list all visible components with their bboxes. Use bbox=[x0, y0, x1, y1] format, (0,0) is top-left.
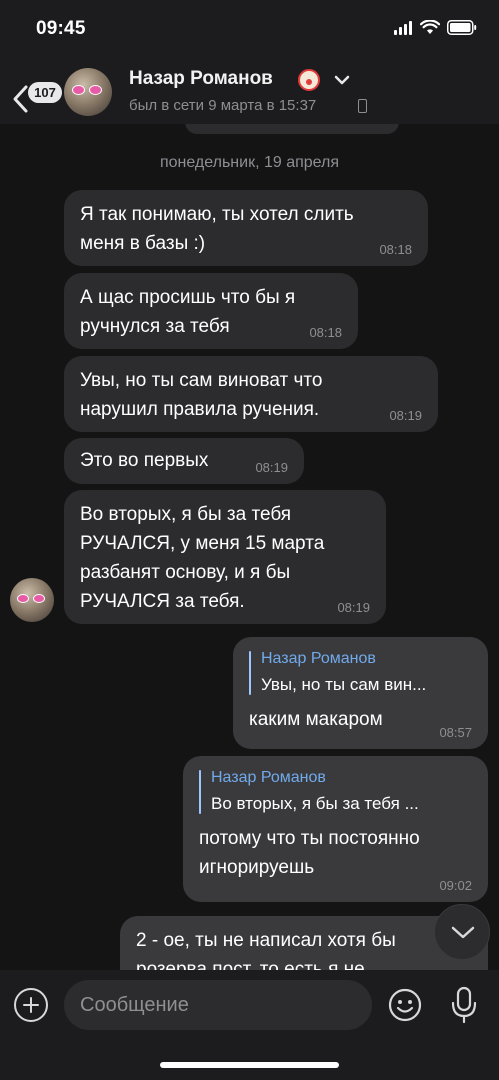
reply-text: Во вторых, я бы за тебя ... bbox=[211, 794, 419, 813]
message-bubble-outgoing[interactable]: 2 - ое, ты не написал хотя бы розерва по… bbox=[120, 916, 488, 970]
back-button[interactable]: 107 bbox=[10, 74, 62, 116]
composer-bar bbox=[0, 970, 499, 1080]
message-text: 2 - ое, ты не написал хотя бы розерва по… bbox=[136, 930, 396, 970]
chevron-down-icon[interactable] bbox=[334, 74, 350, 86]
cellular-signal-icon bbox=[394, 21, 412, 35]
reply-author: Назар Романов bbox=[261, 650, 376, 667]
message-bubble[interactable]: Увы, но ты сам виноват что нарушил прави… bbox=[64, 356, 438, 432]
message-time: 09:02 bbox=[439, 878, 472, 893]
back-chevron-icon bbox=[13, 85, 28, 113]
message-list[interactable]: понедельник, 19 апреля Я так понимаю, ты… bbox=[0, 124, 499, 970]
previous-message-bubble bbox=[185, 124, 399, 134]
message-text: потому что ты постоянно игнорируешь bbox=[199, 828, 420, 878]
message-input[interactable] bbox=[64, 980, 372, 1030]
message-text: Я так понимаю, ты хотел слить меня в баз… bbox=[80, 204, 354, 254]
message-bubble[interactable]: Это во первых 08:19 bbox=[64, 438, 304, 484]
scroll-down-icon bbox=[451, 926, 475, 939]
unread-count-badge: 107 bbox=[28, 82, 62, 103]
message-bubble-outgoing[interactable]: Назар Романов Во вторых, я бы за тебя ..… bbox=[183, 756, 488, 902]
message-text: А щас просишь что бы я ручнулся за тебя bbox=[80, 287, 296, 337]
clown-emoji-icon bbox=[298, 69, 320, 91]
reply-quote[interactable]: Назар Романов Во вторых, я бы за тебя ..… bbox=[199, 766, 472, 818]
status-bar: 09:45 bbox=[0, 0, 499, 60]
message-text: Увы, но ты сам виноват что нарушил прави… bbox=[80, 370, 323, 420]
emoji-icon[interactable] bbox=[388, 988, 422, 1022]
date-separator: понедельник, 19 апреля bbox=[159, 154, 340, 171]
reply-quote[interactable]: Назар Романов Увы, но ты сам вин... bbox=[249, 647, 472, 699]
message-time: 08:19 bbox=[389, 408, 422, 423]
reply-author: Назар Романов bbox=[211, 769, 326, 786]
message-bubble[interactable]: А щас просишь что бы я ручнулся за тебя … bbox=[64, 273, 358, 349]
microphone-icon[interactable] bbox=[450, 986, 478, 1024]
message-time: 08:18 bbox=[309, 325, 342, 340]
add-icon[interactable] bbox=[14, 988, 48, 1022]
message-bubble[interactable]: Во вторых, я бы за тебя РУЧАЛСЯ, у меня … bbox=[64, 490, 386, 624]
message-text: Во вторых, я бы за тебя РУЧАЛСЯ, у меня … bbox=[80, 504, 325, 612]
message-time: 08:19 bbox=[337, 600, 370, 615]
phone-icon bbox=[358, 99, 367, 113]
home-indicator bbox=[160, 1062, 339, 1068]
message-time: 08:19 bbox=[255, 460, 288, 475]
contact-last-seen: был в сети 9 марта в 15:37 bbox=[129, 97, 317, 114]
contact-avatar[interactable] bbox=[64, 68, 112, 116]
message-bubble-outgoing[interactable]: Назар Романов Увы, но ты сам вин... каки… bbox=[233, 637, 488, 749]
status-time: 09:45 bbox=[36, 18, 86, 39]
avatar-glasses bbox=[72, 85, 104, 95]
message-bubble[interactable]: Я так понимаю, ты хотел слить меня в баз… bbox=[64, 190, 428, 266]
chat-header: 107 Назар Романов был в сети 9 марта в 1… bbox=[0, 60, 499, 124]
sender-avatar[interactable] bbox=[10, 578, 54, 622]
message-time: 08:57 bbox=[439, 725, 472, 740]
contact-name[interactable]: Назар Романов bbox=[129, 68, 273, 90]
wifi-icon bbox=[420, 20, 440, 34]
reply-text: Увы, но ты сам вин... bbox=[261, 675, 427, 694]
avatar-glasses bbox=[17, 594, 47, 604]
message-time: 08:18 bbox=[379, 242, 412, 257]
scroll-down-button[interactable] bbox=[434, 904, 490, 960]
battery-icon bbox=[447, 20, 477, 35]
